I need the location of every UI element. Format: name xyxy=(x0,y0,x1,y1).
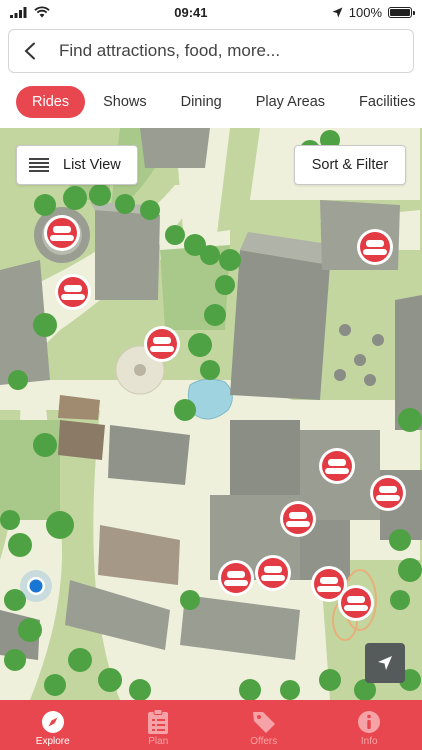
tag-icon xyxy=(252,712,275,733)
list-view-label: List View xyxy=(63,157,121,173)
compass-icon xyxy=(41,711,64,733)
user-location-dot xyxy=(20,570,52,602)
location-arrow-icon xyxy=(332,7,343,17)
search-bar xyxy=(8,29,414,73)
ride-marker[interactable] xyxy=(357,229,393,265)
navigation-arrow-icon xyxy=(378,656,392,670)
ride-marker[interactable] xyxy=(319,448,355,484)
ride-marker[interactable] xyxy=(144,326,180,362)
tab-facilities[interactable]: Facilities xyxy=(343,86,422,118)
ride-marker[interactable] xyxy=(44,215,80,251)
battery-percent: 100% xyxy=(348,4,382,20)
nav-plan[interactable]: Plan xyxy=(106,700,212,750)
ride-marker[interactable] xyxy=(370,475,406,511)
list-view-button[interactable]: List View xyxy=(16,145,138,185)
battery-icon xyxy=(388,6,415,18)
status-time: 09:41 xyxy=(174,4,208,20)
nav-info-label: Info xyxy=(360,736,378,747)
back-icon[interactable] xyxy=(23,42,41,60)
recenter-location-button[interactable] xyxy=(365,643,405,683)
nav-info[interactable]: Info xyxy=(317,700,422,750)
ride-marker[interactable] xyxy=(338,585,374,621)
map-canvas[interactable] xyxy=(0,128,422,700)
park-map[interactable] xyxy=(0,128,422,700)
tab-rides[interactable]: Rides xyxy=(16,86,86,118)
bottom-tab-bar: Explore Plan Offers Info xyxy=(0,700,422,750)
category-tabs: Rides Shows Dining Play Areas Facilities xyxy=(0,82,422,122)
sort-filter-label: Sort & Filter xyxy=(311,157,389,173)
wifi-icon xyxy=(34,6,50,18)
nav-explore-label: Explore xyxy=(35,736,70,747)
clipboard-icon xyxy=(148,709,169,734)
info-icon xyxy=(358,711,381,733)
nav-offers[interactable]: Offers xyxy=(211,700,317,750)
nav-offers-label: Offers xyxy=(250,736,278,747)
list-icon xyxy=(29,158,49,172)
status-left xyxy=(10,6,50,18)
sort-filter-button[interactable]: Sort & Filter xyxy=(294,145,406,185)
signal-icon xyxy=(10,6,27,18)
tab-shows[interactable]: Shows xyxy=(87,86,163,118)
nav-plan-label: Plan xyxy=(148,736,169,747)
nav-explore[interactable]: Explore xyxy=(0,700,106,750)
tab-play-areas[interactable]: Play Areas xyxy=(240,86,341,118)
ride-marker[interactable] xyxy=(280,501,316,537)
search-input[interactable] xyxy=(59,41,399,61)
ride-marker[interactable] xyxy=(255,555,291,591)
ride-marker[interactable] xyxy=(55,274,91,310)
ride-marker[interactable] xyxy=(218,560,254,596)
status-bar: 09:41 100% xyxy=(0,0,422,24)
status-right: 100% xyxy=(332,4,415,20)
tab-dining[interactable]: Dining xyxy=(165,86,238,118)
